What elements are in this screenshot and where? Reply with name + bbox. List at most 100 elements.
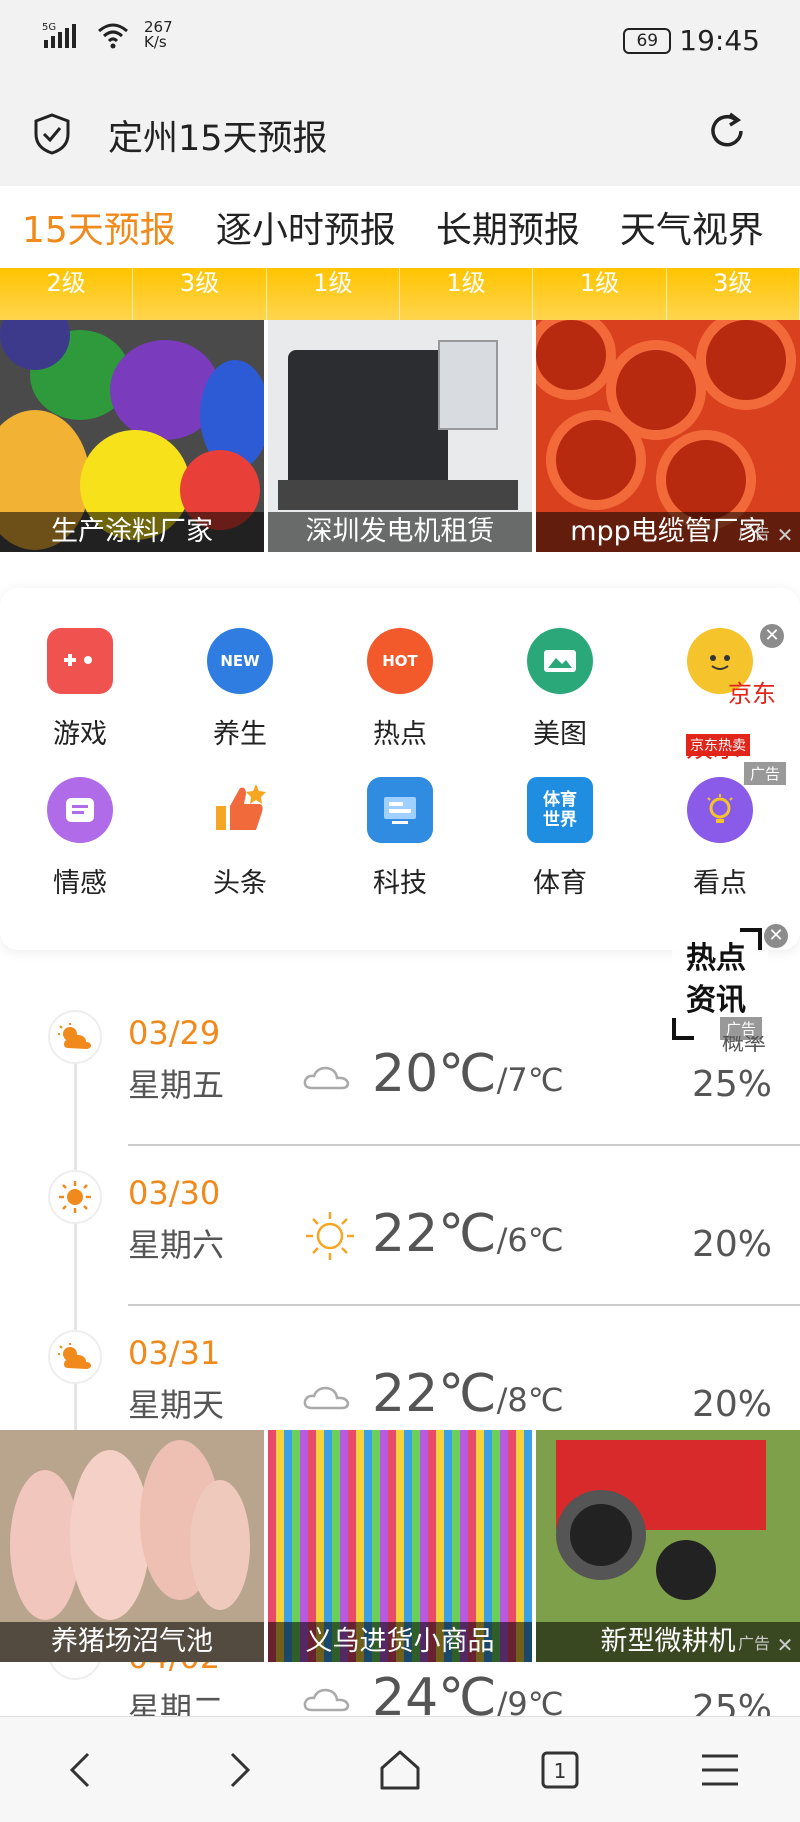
ad-cable-pipe[interactable]: mpp电缆管厂家 广告 ✕ [536,320,800,552]
forecast-row[interactable]: 03/29 星期五 20℃/7℃ 概率 25% [0,1010,800,1170]
cloud-icon [303,1066,350,1090]
shortcut-games[interactable]: 游戏 [0,628,160,751]
tab-weather-vision[interactable]: 天气视界 [620,201,764,253]
bottom-navigation: 1 [0,1716,800,1822]
jd-sub-text: 京东热卖 [686,734,750,756]
partly-cloudy-icon [48,1330,102,1384]
forecast-temperature: 20℃/7℃ [372,1044,564,1104]
temp-high: 20℃ [372,1044,497,1104]
game-icon [47,628,113,694]
picture-icon [527,628,593,694]
status-bar: 5G 267 K/s 69 19:45 [0,0,800,80]
ad-paint[interactable]: 生产涂料厂家 [0,320,264,552]
tabs-button[interactable]: 1 [530,1740,590,1800]
ad-tag: 广告 [737,1634,770,1653]
precip-label: 概率 [721,1036,766,1052]
pipe-end [696,320,796,410]
ad-caption: 养猪场沼气池 [0,1622,264,1662]
shortcut-headlines[interactable]: 头条 [160,777,320,900]
shortcut-tech[interactable]: 科技 [320,777,480,900]
shield-icon[interactable] [32,112,72,156]
ad-caption: 义乌进货小商品 [268,1622,532,1662]
ad-pig-farm[interactable]: 养猪场沼气池 [0,1430,264,1662]
corner-bracket-icon [740,928,762,950]
forward-button[interactable] [210,1740,270,1800]
divider [128,1144,800,1146]
ad-tiller[interactable]: 新型微耕机 广告 ✕ [536,1430,800,1662]
temp-high: 24℃ [372,1668,497,1716]
hot-icon: HOT [367,628,433,694]
forecast-weekday: 星期二 [128,1690,225,1716]
shortcut-label: 科技 [373,868,427,899]
svg-text:1: 1 [554,1759,567,1783]
back-button[interactable] [50,1740,110,1800]
ad-banner-row-top: 生产涂料厂家 深圳发电机租赁 mpp电缆管厂家 广告 ✕ [0,320,800,552]
wind-level: 1级 [533,268,667,320]
temp-low: /6℃ [496,1221,564,1259]
ad-small-goods[interactable]: 义乌进货小商品 [268,1430,532,1662]
shortcut-emotion[interactable]: 情感 [0,777,160,900]
shortcut-jd-ad[interactable]: 京东 娱乐 京东热卖 广告 ✕ [640,624,800,785]
battery-icon: 69 [623,27,672,54]
temp-high: 22℃ [372,1204,497,1264]
cloud-icon [303,1386,350,1410]
shortcut-pictures[interactable]: 美图 [480,628,640,751]
forecast-date: 03/31 [128,1334,221,1372]
temp-high: 22℃ [372,1364,497,1424]
tab-15-day[interactable]: 15天预报 [22,201,176,253]
refresh-icon[interactable] [706,110,748,152]
temp-low: /8℃ [496,1381,564,1419]
home-button[interactable] [370,1740,430,1800]
wind-level: 3级 [667,268,800,320]
shortcut-health[interactable]: NEW 养生 [160,628,320,751]
tab-long-term[interactable]: 长期预报 [436,201,580,253]
forecast-date: 03/30 [128,1174,221,1212]
shortcut-label: 美图 [533,719,587,750]
cloud-icon [303,1688,350,1712]
jd-brand-text: 京东 [728,680,776,708]
pig [190,1480,250,1610]
chevron-left-icon [69,1752,90,1787]
sports-icon: 体育 世界 [527,777,593,843]
page-title[interactable]: 定州15天预报 [108,110,328,161]
shortcut-label: 热点 [373,719,427,750]
bulb-icon [687,777,753,843]
battery-level: 69 [636,30,659,51]
temp-low: /9℃ [496,1685,564,1716]
precip-probability: 20% [691,1384,772,1425]
tab-hourly[interactable]: 逐小时预报 [216,201,396,253]
menu-button[interactable] [690,1740,750,1800]
ad-close-icon[interactable]: ✕ [764,924,788,948]
ad-generator[interactable]: 深圳发电机租赁 [268,320,532,552]
address-bar[interactable]: 定州15天预报 [0,80,800,186]
shortcut-label: 头条 [213,868,267,899]
forecast-temperature: 24℃/9℃ [372,1668,564,1716]
shortcut-label: 看点 [693,868,747,899]
shortcut-label: 养生 [213,719,267,750]
chevron-right-icon [230,1752,251,1787]
forecast-weekday: 星期六 [128,1226,225,1264]
shortcut-grid-card: 游戏 NEW 养生 HOT 热点 美图 京东 娱乐 京东热卖 广告 ✕ [0,588,800,950]
pipe-end [546,410,646,510]
shortcut-hot[interactable]: HOT 热点 [320,628,480,751]
ad-caption: 生产涂料厂家 [0,512,264,552]
tractor-wheel [556,1490,646,1580]
shortcut-sports[interactable]: 体育 世界 体育 [480,777,640,900]
wifi-icon [98,23,128,49]
home-icon [380,1750,420,1789]
shortcut-highlights[interactable]: 看点 [640,777,800,900]
ad-close-icon[interactable]: ✕ [760,624,784,648]
forecast-temperature: 22℃/8℃ [372,1364,564,1424]
wind-level-strip: 2级 3级 1级 1级 1级 3级 [0,268,800,320]
tab-bar: 15天预报 逐小时预报 长期预报 天气视界 [0,186,800,268]
ad-caption: 深圳发电机租赁 [268,512,532,552]
ad-tag: 广告 [737,524,770,543]
forecast-weekday: 星期天 [128,1386,225,1424]
new-icon: NEW [207,628,273,694]
menu-icon [702,1754,738,1785]
thumbs-up-icon [207,777,273,843]
shortcut-label: 情感 [53,868,107,899]
forecast-row[interactable]: 03/30 星期六 22℃/6℃ 20% [0,1170,800,1330]
ad-close-icon[interactable]: ✕ [774,1634,796,1656]
ad-close-icon[interactable]: ✕ [774,524,796,546]
